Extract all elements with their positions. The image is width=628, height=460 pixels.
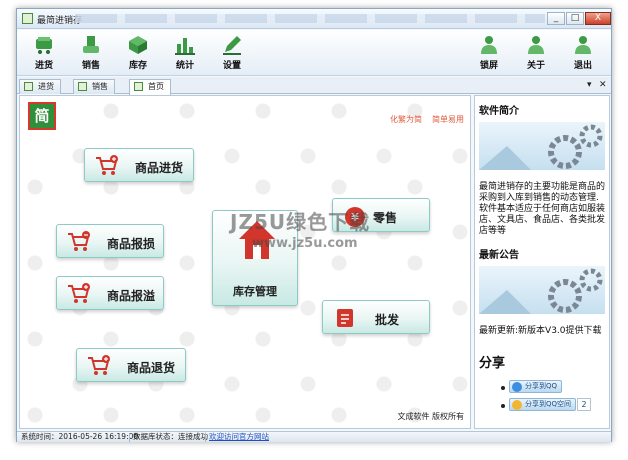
wholesale-button[interactable]: 批发	[322, 300, 430, 334]
cart-overflow-icon	[68, 283, 90, 303]
share-label: 分享到QQ空间	[525, 400, 572, 408]
list-bullet	[501, 386, 505, 390]
intro-text: 最简进销存的主要功能是商品的采购到入库到销售的动态管理.软件基本适应于任何商店如…	[479, 182, 606, 236]
share-count: 2	[577, 398, 591, 411]
toolbar: 进货 销售 库存 统计 设置 锁屏 关于 退出	[17, 30, 611, 76]
inventory-box-icon	[129, 36, 147, 54]
toolbar-label: 锁屏	[479, 61, 498, 71]
tab-home[interactable]: 首页	[129, 79, 171, 95]
toolbar-label: 设置	[222, 61, 241, 71]
share-qq-button[interactable]: 分享到QQ	[509, 380, 563, 393]
home-panel: 简 化繁为简 简单易用 商品进货 ¥ 零售 商品报损 库存管理 商品报溢 批发	[19, 95, 471, 429]
taskbar-blur	[75, 14, 545, 23]
news-title: 最新公告	[479, 250, 519, 261]
button-label: 商品进货	[135, 161, 184, 175]
link-traditional[interactable]: 化繁为简	[390, 114, 422, 125]
share-title: 分享	[479, 356, 506, 371]
news-banner	[479, 266, 605, 314]
toolbar-label: 关于	[526, 61, 545, 71]
tab-label: 进货	[38, 82, 54, 91]
list-bullet	[501, 404, 505, 408]
exit-user-icon	[575, 36, 591, 54]
button-label: 批发	[375, 313, 400, 327]
toolbar-sale-button[interactable]: 销售	[74, 34, 108, 74]
lock-user-icon	[481, 36, 497, 54]
qzone-star-icon	[512, 400, 522, 410]
official-site-link[interactable]: 欢迎访问官方网站	[209, 432, 269, 441]
goods-overflow-button[interactable]: 商品报溢	[56, 276, 164, 310]
purchase-goods-button[interactable]: 商品进货	[84, 148, 194, 182]
tab-menu-button[interactable]: ▾	[587, 80, 592, 90]
gears-icon	[479, 124, 603, 170]
toolbar-label: 统计	[175, 61, 194, 71]
qq-icon	[512, 382, 522, 392]
tab-label: 首页	[148, 82, 164, 91]
button-label: 商品报损	[107, 237, 156, 251]
site-watermark: JZ5U绿色下载	[230, 210, 371, 234]
button-label: 库存管理	[233, 285, 277, 298]
system-time: 系统时间：2016-05-26 16:19:00	[21, 432, 139, 441]
toolbar-stats-button[interactable]: 统计	[168, 34, 202, 74]
intro-title: 软件简介	[479, 106, 519, 117]
about-user-icon	[528, 36, 544, 54]
app-logo: 简	[28, 102, 56, 130]
cart-return-icon	[88, 355, 110, 375]
tab-label: 销售	[92, 82, 108, 91]
toolbar-label: 退出	[573, 61, 592, 71]
toolbar-label: 销售	[81, 61, 100, 71]
cart-plus-icon	[96, 155, 118, 175]
status-divider	[129, 433, 130, 442]
sell-icon	[83, 36, 99, 53]
share-label: 分享到QQ	[525, 382, 558, 390]
cart-icon	[36, 37, 52, 54]
status-bar: 系统时间：2016-05-26 16:19:00 数据库状态：连接成功 欢迎访问…	[17, 431, 611, 442]
pencil-settings-icon	[223, 36, 241, 55]
db-status: 数据库状态：连接成功	[133, 432, 208, 441]
tab-strip: 进货 销售 首页 ▾ ✕	[17, 77, 611, 95]
toolbar-lock-button[interactable]: 锁屏	[472, 34, 506, 74]
share-qzone-button[interactable]: 分享到QQ空间	[509, 398, 577, 411]
tab-icon	[24, 82, 33, 91]
toolbar-exit-button[interactable]: 退出	[566, 34, 600, 74]
tab-icon	[78, 82, 87, 91]
maximize-button[interactable]: □	[566, 12, 584, 25]
button-label: 商品报溢	[107, 289, 156, 303]
tab-icon	[134, 82, 143, 91]
link-easy[interactable]: 简单易用	[432, 114, 464, 125]
toolbar-purchase-button[interactable]: 进货	[27, 34, 61, 74]
toolbar-settings-button[interactable]: 设置	[215, 34, 249, 74]
minimize-button[interactable]: _	[547, 12, 565, 25]
goods-loss-button[interactable]: 商品报损	[56, 224, 164, 258]
toolbar-label: 库存	[128, 61, 147, 71]
main-window: 最简进销存 _ □ X 进货 销售 库存 统计 设置 锁屏 关于 退出 进货 销…	[16, 8, 612, 442]
button-label: 零售	[373, 211, 398, 225]
goods-return-button[interactable]: 商品退货	[76, 348, 186, 382]
title-bar: 最简进销存 _ □ X	[17, 9, 611, 29]
wholesale-list-icon	[337, 309, 353, 327]
tab-sales[interactable]: 销售	[73, 79, 115, 94]
button-label: 商品退货	[127, 361, 176, 375]
tab-purchase[interactable]: 进货	[19, 79, 61, 94]
status-divider	[205, 433, 206, 442]
news-text: 最新更新:新版本V3.0提供下载	[479, 326, 602, 336]
cart-minus-icon	[68, 231, 90, 251]
info-sidebar: 软件简介 最简进销存的主要功能是商品的采购到入库到销售的动态管理.软件基本适应于…	[474, 95, 610, 429]
app-icon	[22, 13, 33, 24]
copyright-text: 文成软件 版权所有	[397, 412, 464, 421]
gears-icon	[479, 268, 603, 314]
toolbar-inventory-button[interactable]: 库存	[121, 34, 155, 74]
bar-chart-icon	[175, 38, 195, 55]
intro-banner	[479, 122, 605, 170]
toolbar-label: 进货	[34, 61, 53, 71]
tab-close-button[interactable]: ✕	[599, 80, 607, 90]
toolbar-about-button[interactable]: 关于	[519, 34, 553, 74]
close-button[interactable]: X	[585, 12, 611, 25]
site-watermark-url: www.jz5u.com	[252, 236, 358, 251]
